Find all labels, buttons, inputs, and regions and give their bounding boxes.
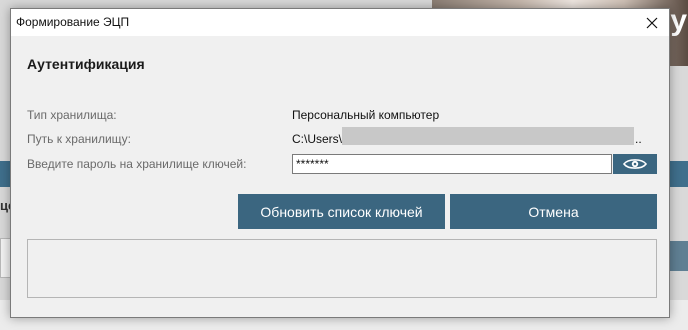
- dialog-titlebar: Формирование ЭЦП: [11, 9, 669, 36]
- storage-path-ellipsis: ..: [635, 132, 642, 146]
- storage-path-label: Путь к хранилищу:: [27, 132, 132, 146]
- storage-path-value: C:\Users\: [292, 132, 343, 146]
- dialog-content: Аутентификация Тип хранилища: Персональн…: [11, 36, 669, 317]
- cancel-button[interactable]: Отмена: [450, 194, 657, 229]
- eye-icon: [623, 159, 647, 169]
- storage-type-label: Тип хранилища:: [27, 108, 117, 122]
- close-button[interactable]: [635, 9, 669, 36]
- section-heading: Аутентификация: [27, 56, 145, 72]
- storage-type-value: Персональный компьютер: [292, 108, 440, 122]
- password-input[interactable]: [292, 154, 612, 174]
- cancel-button-label: Отмена: [528, 203, 579, 220]
- dialog-title: Формирование ЭЦП: [16, 15, 130, 29]
- refresh-keys-button-label: Обновить список ключей: [260, 203, 423, 220]
- background-photo-text: у: [670, 4, 688, 37]
- refresh-keys-button[interactable]: Обновить список ключей: [238, 194, 445, 229]
- esign-dialog: Формирование ЭЦП Аутентификация Тип хран…: [10, 8, 670, 318]
- message-area: [27, 239, 657, 298]
- storage-path-redaction: [342, 127, 634, 145]
- show-password-button[interactable]: [613, 154, 657, 174]
- password-label: Введите пароль на хранилище ключей:: [27, 157, 247, 171]
- close-icon: [646, 17, 658, 28]
